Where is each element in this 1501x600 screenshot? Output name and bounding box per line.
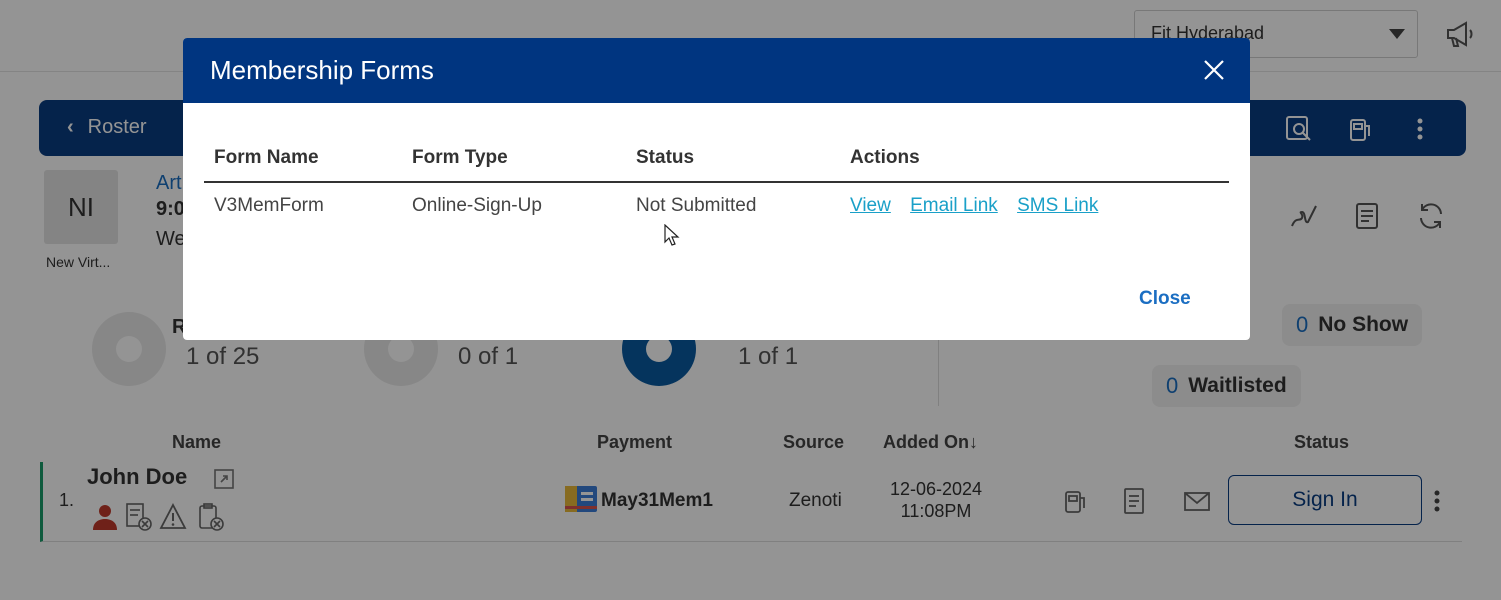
close-button[interactable]: Close [1139, 288, 1191, 310]
actions-cell: View Email Link SMS Link [840, 182, 1229, 229]
column-actions: Actions [840, 146, 1229, 183]
email-link[interactable]: Email Link [910, 195, 998, 216]
view-link[interactable]: View [850, 195, 891, 216]
close-icon[interactable] [1202, 58, 1226, 82]
sms-link[interactable]: SMS Link [1017, 195, 1098, 216]
column-status: Status [626, 146, 840, 183]
form-type-cell: Online-Sign-Up [412, 195, 542, 216]
forms-table: Form Name Form Type Status Actions V3Mem… [204, 146, 1229, 229]
form-name-cell: V3MemForm [214, 195, 324, 216]
table-header-row: Form Name Form Type Status Actions [204, 146, 1229, 183]
modal-header: Membership Forms [183, 38, 1250, 103]
table-row: V3MemForm Online-Sign-Up Not Submitted V… [204, 182, 1229, 229]
status-cell: Not Submitted [636, 195, 757, 216]
modal-title: Membership Forms [210, 55, 434, 85]
membership-forms-modal: Membership Forms Form Name Form Type Sta… [183, 38, 1250, 340]
column-form-name: Form Name [204, 146, 402, 183]
mouse-cursor-icon [664, 224, 680, 246]
column-form-type: Form Type [402, 146, 626, 183]
